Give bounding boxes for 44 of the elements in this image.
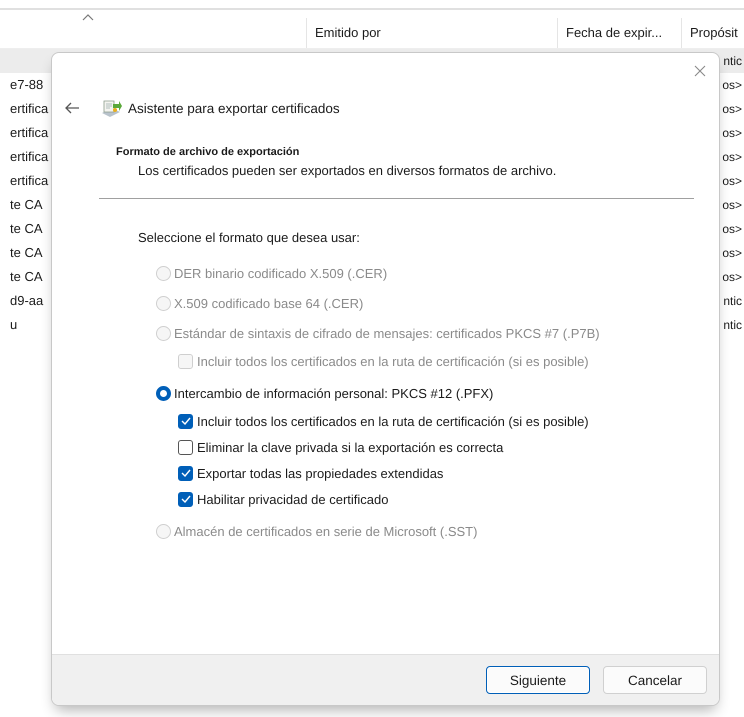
checkmark-icon [180,469,190,477]
section-title: Formato de archivo de exportación [116,146,300,158]
checkbox-option[interactable]: Exportar todas las propiedades extendidas [178,460,695,486]
certificate-icon [100,98,122,118]
back-arrow-icon [64,102,80,114]
close-icon [694,65,706,77]
table-cell-text: os> [722,197,743,214]
table-cell-text: os> [722,149,743,166]
table-cell-text: te CA [9,220,43,238]
table-cell-text: ntic [723,53,743,70]
table-cell-text: ntic [723,317,743,334]
table-cell-text: os> [722,101,743,118]
prompt-label: Seleccione el formato que desea usar: [138,230,361,245]
dialog-button[interactable]: Cancelar [603,666,707,694]
radio-option[interactable]: Intercambio de información personal: PKCS #12 (.PFX) [156,378,695,408]
table-cell-text: ertifica [9,124,48,142]
column-header[interactable]: Emitido por [306,18,557,48]
table-cell-text: os> [722,77,743,94]
table-cell-text: os> [722,125,743,142]
table-cell-text: te CA [9,244,43,262]
table-cell-text: d9-aa [9,292,44,310]
checkmark-icon [180,417,190,425]
table-cell-text: ertifica [9,100,48,118]
table-cell-text: os> [722,221,743,238]
table-cell-text: e7-88 [9,76,44,94]
table-cell-text: te CA [9,268,43,286]
section-subtitle: Los certificados pueden ser exportados en diversos formatos de archivo. [137,163,558,178]
checkbox-option[interactable]: Incluir todos los certificados en la ruta de certificación (si es posible) [178,408,695,434]
dialog-button[interactable]: Siguiente [486,666,590,694]
table-cell-text: os> [722,173,743,190]
checkbox-option[interactable]: Eliminar la clave privada si la exportación es correcta [178,434,695,460]
dialog-title: Asistente para exportar certificados [128,100,340,116]
checkmark-icon [180,495,190,503]
table-cell-text: te CA [9,196,43,214]
sort-caret-icon [82,14,94,21]
table-cell-text: u [9,316,18,334]
checkbox-option[interactable]: Habilitar privacidad de certificado [178,486,695,512]
column-header[interactable]: Propósit [681,18,744,48]
table-cell-text: ertifica [9,148,48,166]
table-cell-text: os> [722,269,743,286]
table-cell-text: ertifica [9,172,48,190]
table-cell-text: ntic [723,293,743,310]
column-header[interactable]: Fecha de expir... [557,18,681,48]
table-cell-text: os> [722,245,743,262]
